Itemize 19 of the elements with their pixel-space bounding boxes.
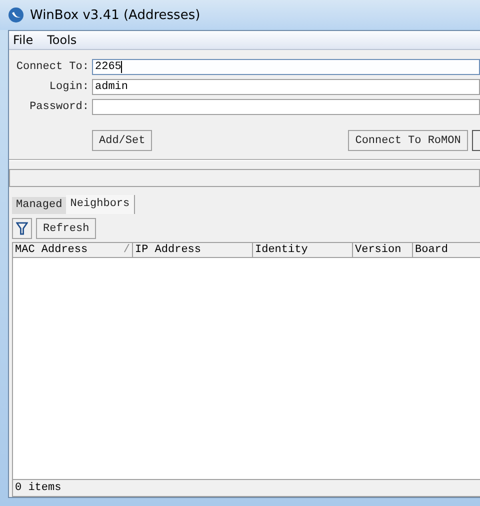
column-header[interactable]: Board <box>413 243 480 257</box>
connect-romon-button[interactable]: Connect To RoMON <box>348 130 468 151</box>
field-label: Password: <box>28 101 90 113</box>
field-label: Connect To: <box>15 61 90 73</box>
menu-item[interactable]: File <box>13 32 34 49</box>
column-header[interactable]: MAC Address / <box>13 243 133 257</box>
column-header[interactable]: Version <box>353 243 413 257</box>
field-label: Login: <box>48 81 90 93</box>
input-field[interactable]: 2265 <box>92 59 480 75</box>
refresh-button[interactable]: Refresh <box>36 218 96 239</box>
column-header[interactable]: Identity <box>253 243 353 257</box>
tab[interactable]: Managed <box>12 197 66 214</box>
column-header[interactable]: IP Address <box>133 243 253 257</box>
menu-item[interactable]: Tools <box>47 32 77 49</box>
tab[interactable]: Neighbors <box>66 195 135 214</box>
sort-icon: / <box>123 244 130 256</box>
add-set-button[interactable]: Add/Set <box>92 130 152 151</box>
window-title: WinBox v3.41 (Addresses) <box>30 8 200 22</box>
input-field[interactable]: admin <box>92 79 480 95</box>
